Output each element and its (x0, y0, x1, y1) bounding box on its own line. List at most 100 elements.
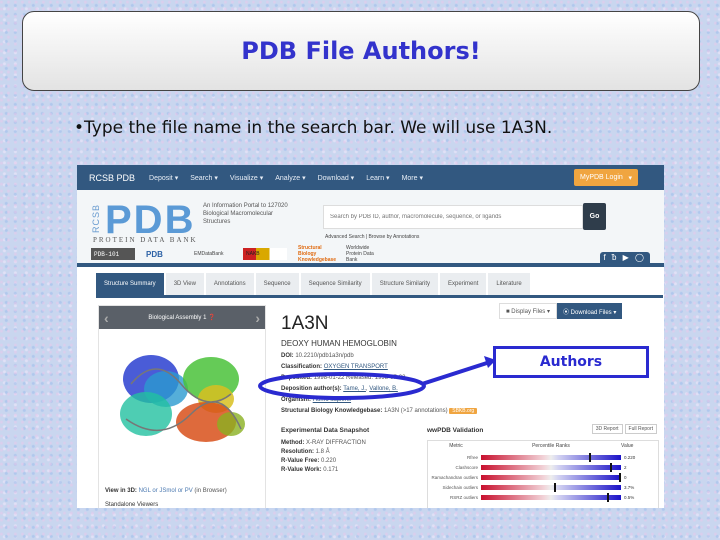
validation-value: 3.7% (624, 484, 635, 490)
mypdb-login-button[interactable]: MyPDB Login ▾ (574, 169, 638, 186)
doi-label: DOI: (281, 353, 294, 359)
author-link[interactable]: Tame, J. (343, 386, 366, 392)
partner-nakb[interactable]: NAKB (243, 248, 287, 260)
logo-rcsb: RCSB (91, 204, 101, 234)
validation-value: 0.5% (624, 494, 635, 500)
tab-structure-summary[interactable]: Structure Summary (96, 273, 164, 295)
wwpdb-validation: wwPDB Validation 3D Report Full Report M… (427, 424, 659, 508)
exp-label: Resolution: (281, 449, 314, 455)
view3d-links[interactable]: NGL or JSmol or PV (139, 488, 193, 494)
deposited-value: 1998-01-22 Released: 1998-07-22 (313, 375, 406, 381)
classification-label: Classification: (281, 364, 323, 370)
col-metric: Metric (449, 443, 463, 449)
sbkb-field: Structural Biology Knowledgebase: 1A3N (… (281, 408, 661, 414)
percentile-marker (610, 462, 613, 472)
partner-wwpdb[interactable]: PDB (143, 248, 183, 260)
validation-header: Metric Percentile Ranks Value (431, 443, 655, 449)
validation-buttons: 3D Report Full Report (591, 424, 657, 434)
doi-value: 10.2210/pdb1a3n/pdb (295, 353, 354, 359)
tab-literature[interactable]: Literature (488, 273, 530, 295)
deposited-label: Deposited: (281, 375, 313, 381)
organism-label: Organism: (281, 397, 312, 403)
sbkb-tag[interactable]: SBKB.org (449, 408, 478, 414)
validation-metric: Clashscore (455, 464, 478, 470)
percentile-bar (481, 492, 621, 502)
pdb-id: 1A3N (281, 313, 329, 334)
exp-value: 0.171 (323, 467, 339, 473)
3d-report-button[interactable]: 3D Report (591, 424, 623, 434)
percentile-bar (481, 452, 621, 462)
validation-row: RSRZ outliers 0.5% (431, 492, 655, 502)
tab-3d-view[interactable]: 3D View (165, 273, 204, 295)
validation-rows: Rfree 0.220 Clashscore 2 Ramachandran outlie… (431, 452, 655, 502)
sbkb-value[interactable]: 1A3N (>17 annotations) (384, 408, 448, 414)
validation-row: Rfree 0.220 (431, 452, 655, 462)
viewer-header: ‹ Biological Assembly 1 ❓ › (99, 306, 265, 329)
organism-link[interactable]: Homo sapiens (313, 397, 351, 403)
classification-link[interactable]: OXYGEN TRANSPORT (324, 364, 388, 370)
logo-subtitle: PROTEIN DATA BANK (93, 236, 198, 244)
percentile-marker (589, 452, 592, 462)
exp-label: Method: (281, 440, 305, 446)
validation-metric: Sidechain outliers (442, 484, 478, 490)
social-icons[interactable]: f ᵬ ▶ ◯ (599, 252, 650, 263)
percentile-marker (607, 492, 610, 502)
validation-row: Sidechain outliers 3.7% (431, 482, 655, 492)
slide-title: PDB File Authors! (241, 37, 481, 65)
partner-logos: PDB-101 PDB EMDataBank NAKB Structural B… (91, 245, 383, 263)
partner-sbkb[interactable]: Structural Biology Knowledgebase (295, 245, 336, 263)
organism-field: Organism: Homo sapiens (281, 397, 661, 403)
top-navbar: RCSB PDB Deposit ▾ Search ▾ Visualize ▾ … (77, 165, 664, 190)
nav-download[interactable]: Download ▾ (318, 174, 355, 182)
advanced-search-links[interactable]: Advanced Search | Browse by Annotations (325, 234, 419, 240)
chevron-right-icon[interactable]: › (255, 310, 260, 326)
exp-value: X-RAY DIFFRACTION (306, 440, 366, 446)
view3d-label: View in 3D: (105, 488, 137, 494)
nav-analyze[interactable]: Analyze ▾ (275, 174, 305, 182)
tab-sequence[interactable]: Sequence (255, 273, 299, 295)
full-report-button[interactable]: Full Report (624, 424, 657, 434)
author-link[interactable]: Vallone, B. (369, 386, 398, 392)
partner-emdatabank[interactable]: EMDataBank (191, 248, 235, 260)
tab-experiment[interactable]: Experiment (440, 273, 487, 295)
protein-structure-image[interactable] (111, 344, 251, 454)
validation-metric: RSRZ outliers (449, 494, 478, 500)
exp-value: 1.8 Å (315, 449, 330, 455)
tab-sequence-similarity[interactable]: Sequence Similarity (300, 273, 370, 295)
standalone-viewers[interactable]: Standalone Viewers (105, 502, 158, 508)
partner-pdb101[interactable]: PDB-101 (91, 248, 135, 260)
nav-deposit[interactable]: Deposit ▾ (149, 174, 178, 182)
authors-field: Deposition author(s): Tame, J., Vallone,… (281, 386, 398, 392)
col-ranks: Percentile Ranks (532, 443, 570, 449)
tab-structure-similarity[interactable]: Structure Similarity (371, 273, 439, 295)
tagline: An Information Portal to 127020 Biologic… (203, 203, 288, 225)
validation-metric: Ramachandran outliers (431, 474, 478, 480)
nav-more[interactable]: More ▾ (402, 174, 423, 182)
nav-search[interactable]: Search ▾ (190, 174, 218, 182)
nav-visualize[interactable]: Visualize ▾ (230, 174, 263, 182)
validation-row: Ramachandran outliers 0 (431, 472, 655, 482)
brand-link[interactable]: RCSB PDB (89, 173, 135, 183)
percentile-bar (481, 472, 621, 482)
validation-value: 2 (624, 464, 627, 470)
site-header: RCSB PDB PROTEIN DATA BANK An Informatio… (77, 190, 664, 267)
validation-value: 0 (624, 474, 627, 480)
percentile-marker (554, 482, 557, 492)
percentile-bar (481, 462, 621, 472)
pdb-screenshot: RCSB PDB Deposit ▾ Search ▾ Visualize ▾ … (77, 165, 664, 508)
search-input[interactable] (323, 205, 583, 229)
tab-annotations[interactable]: Annotations (205, 273, 254, 295)
view3d-suffix: (in Browser) (194, 488, 227, 494)
nav-learn[interactable]: Learn ▾ (366, 174, 389, 182)
assembly-title: Biological Assembly 1 ❓ (148, 315, 216, 321)
go-button[interactable]: Go (583, 203, 606, 230)
assembly-viewer: ‹ Biological Assembly 1 ❓ › View in 3D: … (98, 305, 266, 508)
chevron-left-icon[interactable]: ‹ (104, 310, 109, 326)
chevron-down-icon: ▾ (628, 174, 632, 182)
exp-label: R-Value Free: (281, 458, 320, 464)
slide-title-box: PDB File Authors! (22, 11, 700, 91)
validation-value: 0.220 (624, 454, 636, 460)
exp-label: R-Value Work: (281, 467, 322, 473)
partner-worldwide-pdb[interactable]: Worldwide Protein Data Bank (343, 245, 383, 263)
col-value: Value (621, 443, 634, 449)
